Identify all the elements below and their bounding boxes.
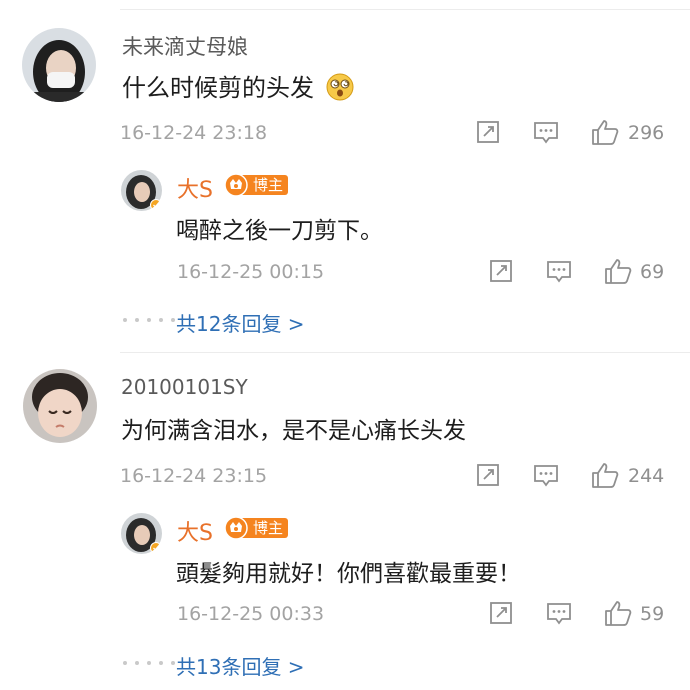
username[interactable]: 未来滴丈母娘 (122, 31, 248, 61)
comment-text-body: 什么时候剪的头发 (122, 74, 314, 102)
avatar[interactable] (121, 170, 162, 211)
username[interactable]: 20100101SY (121, 375, 248, 399)
timestamp: 16-12-24 23:18 (120, 122, 268, 144)
share-icon[interactable] (489, 601, 513, 629)
comment-icon[interactable] (533, 121, 559, 149)
reply-text: 喝醉之後一刀剪下。 (176, 218, 383, 244)
verified-icon (150, 199, 162, 211)
badge-label: 博主 (253, 519, 284, 537)
avatar[interactable] (121, 513, 162, 554)
author-badge: 博主 (223, 515, 289, 545)
comment-icon[interactable] (546, 602, 572, 630)
ellipsis-icon (123, 661, 175, 665)
author-badge: 博主 (223, 172, 289, 202)
top-divider (120, 9, 690, 10)
timestamp: 16-12-24 23:15 (120, 465, 268, 487)
share-icon[interactable] (476, 120, 500, 148)
share-icon[interactable] (476, 463, 500, 491)
reply-username[interactable]: 大S (177, 515, 213, 547)
comment-text: 为何满含泪水，是不是心痛长头发 (121, 418, 466, 444)
like-icon[interactable] (604, 599, 632, 631)
ellipsis-icon (123, 318, 175, 322)
like-count: 244 (628, 465, 665, 487)
timestamp: 16-12-25 00:33 (177, 603, 325, 625)
comment-text: 什么时候剪的头发 (122, 68, 354, 107)
like-icon[interactable] (591, 461, 619, 493)
comment-divider (120, 352, 690, 353)
like-count: 59 (640, 603, 665, 625)
badge-label: 博主 (253, 176, 284, 194)
like-count: 69 (640, 261, 665, 283)
dizzy-face-emoji-icon (326, 73, 354, 107)
like-icon[interactable] (591, 118, 619, 150)
view-more-replies-link[interactable]: 共13条回复 > (176, 651, 305, 680)
share-icon[interactable] (489, 259, 513, 287)
avatar[interactable] (22, 28, 96, 102)
reply-text: 頭髮夠用就好！你們喜歡最重要！ (176, 561, 521, 587)
verified-icon (150, 542, 162, 554)
comment-icon[interactable] (533, 464, 559, 492)
timestamp: 16-12-25 00:15 (177, 261, 325, 283)
avatar[interactable] (23, 369, 97, 443)
reply-username[interactable]: 大S (177, 172, 213, 204)
view-more-replies-link[interactable]: 共12条回复 > (176, 308, 305, 337)
like-icon[interactable] (604, 257, 632, 289)
like-count: 296 (628, 122, 665, 144)
comment-icon[interactable] (546, 260, 572, 288)
